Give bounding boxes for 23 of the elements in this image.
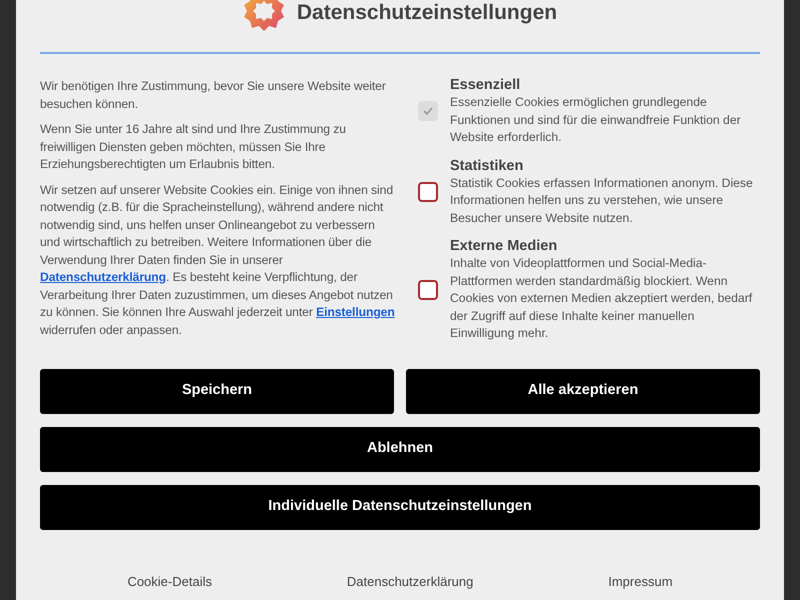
settings-link[interactable]: Einstellungen: [316, 305, 395, 319]
intro-text: Wenn Sie unter 16 Jahre alt sind und Ihre Zustimmung zu freiwilligen Diensten geben möchten, müssen Sie Ihre Erziehungsberechtigten um Erlaubnis bitten.: [40, 121, 347, 173]
category-title: Essenziell: [450, 76, 522, 94]
checkbox[interactable]: [418, 182, 438, 202]
category-title: Externe Medien: [450, 237, 558, 255]
category-description: Essenzielle Cookies ermöglichen grundlegende Funktionen und sind für die einwandfreie Funktion der Website erforderlich.: [450, 94, 742, 146]
checkmark-icon: [423, 107, 433, 116]
category-description: Statistik Cookies erfassen Informationen anonym. Diese Informationen helfen uns zu verstehen, wie unsere Besucher unsere Website nutzen.: [450, 174, 754, 226]
checkbox[interactable]: [418, 280, 438, 300]
privacy-policy-link[interactable]: Datenschutzerklärung: [40, 270, 166, 284]
intro-text: Wir benötigen Ihre Zustimmung, bevor Sie unsere Website weiter besuchen können.: [40, 78, 387, 112]
category-description: Inhalte von Videoplattformen und Social-Media-Plattformen werden standardmäßig blockiert. Wenn Cookies von externen Medien akzeptiert werden, bedarf der Zugriff auf diese Inhalte keiner manuellen Einwilligung mehr.: [450, 255, 754, 342]
consent-button[interactable]: Speichern: [40, 368, 394, 414]
cookie-notice-text: Wir setzen auf unserer Website Cookies ein. Einige von ihnen sind notwendig (z.B. für die Spracheinstellung), während andere nicht notwendig sind, uns helfen unser Onlineangebot zu verbessern und wirtschaftlich zu betreiben. Weitere Informationen über die Verwendung Ihrer Daten finden Sie in unserer Datenschutzerklärung. Es besteht keine Verpflichtung, der Verarbeitung Ihrer Daten zuzustimmen, um dieses Angebot nutzen zu können. Sie können Ihre Auswahl jederzeit unter Einstellungen widerrufen oder anpassen.: [40, 182, 396, 338]
footer-link[interactable]: Datenschutzerklärung: [346, 574, 474, 590]
flower-logo-icon: [242, 0, 285, 32]
footer-link[interactable]: Impressum: [608, 574, 673, 590]
dialog-title: Datenschutzeinstellungen: [296, 0, 558, 26]
consent-button[interactable]: Ablehnen: [40, 426, 760, 472]
consent-button[interactable]: Individuelle Datenschutzeinstellungen: [40, 484, 760, 530]
consent-button[interactable]: Alle akzeptieren: [406, 368, 760, 414]
category-title: Statistiken: [450, 156, 524, 174]
footer-link[interactable]: Cookie-Details: [127, 574, 212, 590]
